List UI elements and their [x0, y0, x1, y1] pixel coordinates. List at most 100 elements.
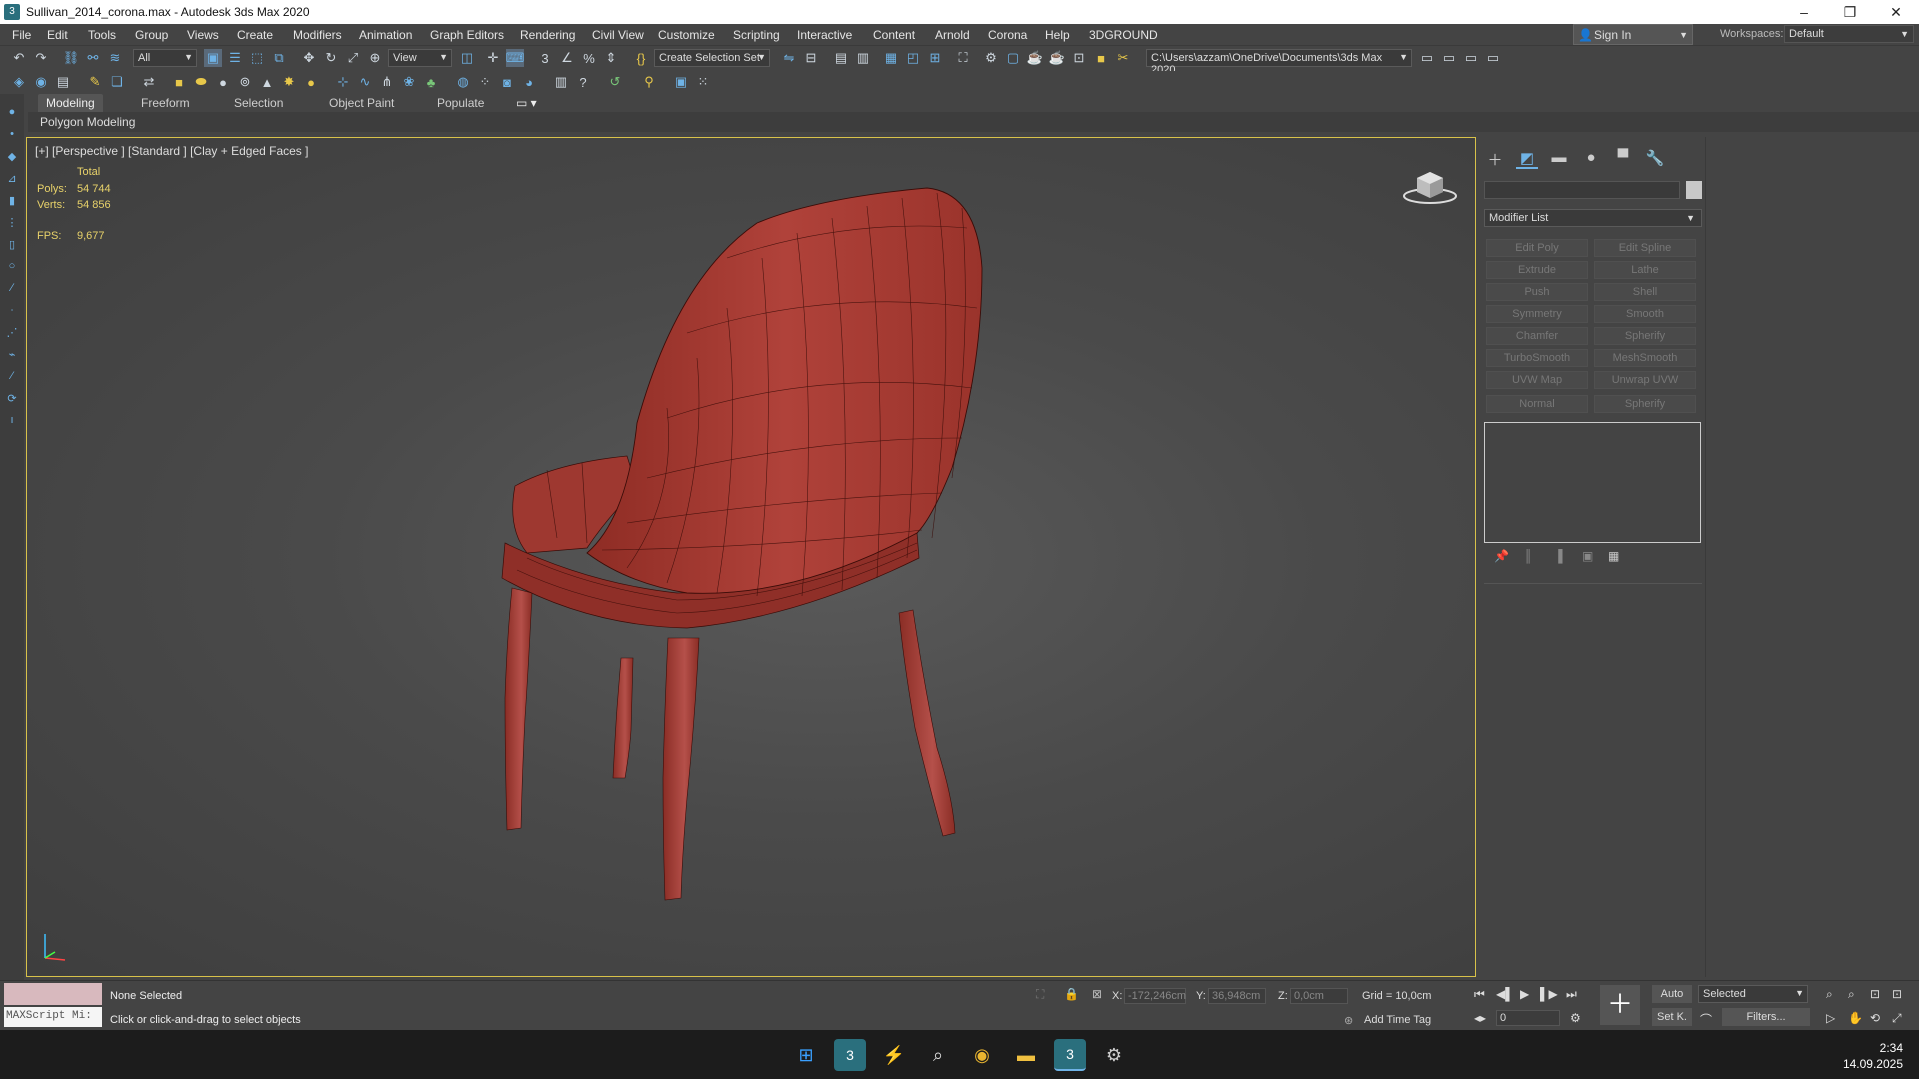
modifier-stack[interactable] — [1484, 422, 1701, 543]
create-tab-icon[interactable]: ＋ — [1484, 149, 1506, 169]
pan-icon[interactable]: ✋ — [1848, 1011, 1863, 1025]
menu-file[interactable]: File — [12, 28, 31, 42]
tab-object-paint[interactable]: Object Paint — [329, 96, 394, 110]
previous-frame-icon[interactable]: ◀▌ — [1496, 987, 1514, 1001]
schematic-view-icon[interactable]: ⊞ — [926, 49, 944, 67]
help-circle-icon[interactable]: ? — [574, 73, 592, 91]
symmetry-button[interactable]: Symmetry — [1486, 305, 1588, 323]
sun-icon[interactable]: ● — [302, 73, 320, 91]
key-filter-dropdown[interactable]: Selected ▼ — [1698, 985, 1808, 1003]
orbit-view-icon[interactable]: ⟲ — [1870, 1011, 1880, 1025]
maxscript-mini-listener[interactable]: MAXScript Mi: — [4, 1007, 102, 1027]
menu-animation[interactable]: Animation — [359, 28, 412, 42]
menu-views[interactable]: Views — [187, 28, 219, 42]
select-by-name-icon[interactable]: ☰ — [226, 49, 244, 67]
sign-in-button[interactable]: 👤 Sign In ▼ — [1573, 24, 1693, 45]
uvw-map-button[interactable]: UVW Map — [1486, 371, 1588, 389]
3ds-max-active-taskbar-icon[interactable]: 3 — [1054, 1039, 1086, 1071]
ribbon-options-icon[interactable]: ▭ ▾ — [516, 96, 537, 110]
spinner-snap-icon[interactable]: ⇕ — [602, 49, 620, 67]
menu-group[interactable]: Group — [135, 28, 168, 42]
make-unique-icon[interactable]: ▐ — [1554, 549, 1563, 563]
keyboard-shortcut-toggle-icon[interactable]: ⌨ — [506, 49, 524, 67]
refresh-icon[interactable]: ↺ — [606, 73, 624, 91]
layer-explorer-icon[interactable]: ▥ — [854, 49, 872, 67]
set-key-button[interactable]: Set K. — [1652, 1008, 1692, 1026]
render-production-icon[interactable]: ☕ — [1026, 49, 1044, 67]
lathe-button[interactable]: Lathe — [1594, 261, 1696, 279]
rendered-frame-window-icon[interactable]: ▢ — [1004, 49, 1022, 67]
corona-light-icon[interactable]: ◕ — [520, 73, 538, 91]
corona-material-icon[interactable]: ◙ — [498, 73, 516, 91]
rotate-icon[interactable]: ↻ — [322, 49, 340, 67]
zoom-icon[interactable]: ⌕ — [1826, 987, 1833, 1002]
object-name-field[interactable] — [1484, 181, 1680, 199]
chair-model[interactable] — [27, 138, 1476, 977]
maxscript-listener-input[interactable] — [4, 983, 102, 1005]
spline-icon[interactable]: ∿ — [356, 73, 374, 91]
brush-icon[interactable]: ∕ — [5, 282, 19, 296]
x-coordinate-field[interactable]: -172,246cm — [1124, 988, 1186, 1004]
material-editor-icon[interactable]: ⛶ — [954, 49, 972, 67]
point-icon[interactable]: • — [5, 128, 19, 142]
menu-graph-editors[interactable]: Graph Editors — [430, 28, 504, 42]
selection-filter-dropdown[interactable]: All ▼ — [133, 49, 197, 67]
menu-scripting[interactable]: Scripting — [733, 28, 780, 42]
show-end-result-icon[interactable]: ║ — [1524, 549, 1533, 563]
absolute-mode-icon[interactable]: ⊠ — [1092, 987, 1102, 1001]
3ds-max-taskbar-icon[interactable]: 3 — [834, 1039, 866, 1071]
mirror-icon[interactable]: ⇋ — [780, 49, 798, 67]
torus-icon[interactable]: ⊚ — [236, 73, 254, 91]
rectangular-selection-icon[interactable]: ⬚ — [248, 49, 266, 67]
spherify-button[interactable]: Spherify — [1594, 327, 1696, 345]
auto-key-button[interactable]: Auto — [1652, 985, 1692, 1003]
cone-icon[interactable]: ▲ — [258, 73, 276, 91]
play-icon[interactable]: ▶ — [1520, 987, 1529, 1001]
hierarchy-icon[interactable]: ⊿ — [5, 172, 19, 186]
zoom-extents-all-icon[interactable]: ⊡ — [1892, 987, 1902, 1001]
box-icon[interactable]: ■ — [170, 73, 188, 91]
configure-sets-icon[interactable]: ▦ — [1608, 549, 1619, 563]
remove-modifier-icon[interactable]: ▣ — [1582, 549, 1593, 563]
percent-snap-icon[interactable]: % — [580, 49, 598, 67]
grid-icon[interactable]: ⊹ — [334, 73, 352, 91]
fb-icon[interactable]: ▣ — [672, 73, 690, 91]
menu-3dground[interactable]: 3DGROUND — [1089, 28, 1158, 42]
snaps-toggle-icon[interactable]: 3 — [536, 49, 554, 67]
line-icon[interactable]: ⁄ — [5, 370, 19, 384]
lock-icon[interactable]: 🔒 — [1064, 987, 1079, 1001]
menu-rendering[interactable]: Rendering — [520, 28, 575, 42]
pivot-center-icon[interactable]: ◫ — [458, 49, 476, 67]
scene-explorer-icon[interactable]: ▤ — [832, 49, 850, 67]
menu-tools[interactable]: Tools — [88, 28, 116, 42]
multi-material-icon[interactable]: ⁘ — [476, 73, 494, 91]
transform-icon[interactable]: ⇄ — [140, 73, 158, 91]
align-icon[interactable]: ⊟ — [802, 49, 820, 67]
next-frame-icon[interactable]: ▌▶ — [1540, 987, 1558, 1001]
tab-freeform[interactable]: Freeform — [141, 96, 190, 110]
field-of-view-icon[interactable]: ▷ — [1826, 1011, 1835, 1025]
maximize-button[interactable]: ❐ — [1827, 0, 1873, 24]
display-icon[interactable]: ⋮ — [5, 216, 19, 230]
maximize-viewport-icon[interactable]: ⤢ — [1892, 1011, 1902, 1026]
material-ball-icon[interactable]: ◍ — [454, 73, 472, 91]
scale-icon[interactable]: ⤢ — [344, 49, 362, 67]
path-icon[interactable]: ⋰ — [5, 326, 19, 340]
key-tangent-icon[interactable]: ⌒ — [1700, 1011, 1712, 1028]
close-button[interactable]: ✕ — [1873, 0, 1919, 24]
unwrap-uvw-button[interactable]: Unwrap UVW — [1594, 371, 1696, 389]
menu-help[interactable]: Help — [1045, 28, 1070, 42]
system-clock[interactable]: 2:34 14.09.2025 — [1843, 1040, 1903, 1072]
clone-icon[interactable]: ❏ — [108, 73, 126, 91]
time-config-icon[interactable]: ⚙ — [1570, 1011, 1581, 1025]
hierarchy-tab-icon[interactable]: ▬ — [1548, 149, 1570, 169]
pin-stack-icon[interactable]: 📌 — [1494, 549, 1509, 563]
ribbon-toggle-icon[interactable]: ▦ — [882, 49, 900, 67]
cylinder-icon[interactable]: ⬬ — [192, 73, 210, 91]
utilities-icon[interactable]: ▯ — [5, 238, 19, 252]
project-open-icon[interactable]: ▭ — [1440, 49, 1458, 67]
placement-icon[interactable]: ⊕ — [366, 49, 384, 67]
y-coordinate-field[interactable]: 36,948cm — [1208, 988, 1266, 1004]
current-frame-field[interactable]: 0 — [1496, 1010, 1560, 1026]
tab-populate[interactable]: Populate — [437, 96, 484, 110]
